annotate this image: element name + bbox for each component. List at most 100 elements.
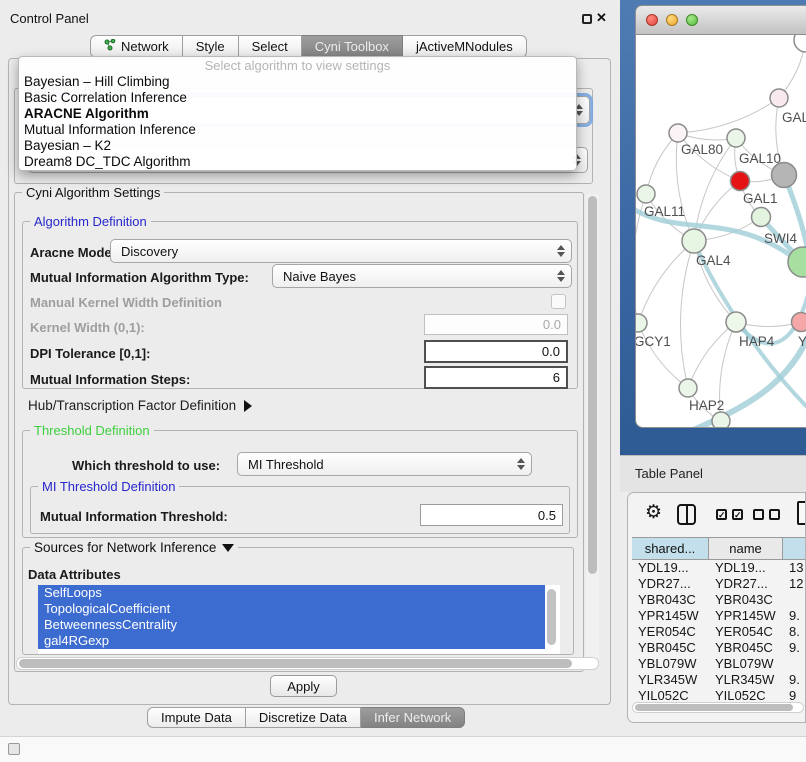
hub-tf-expander[interactable]: Hub/Transcription Factor Definition: [28, 398, 252, 413]
table-cell[interactable]: 9.: [783, 672, 806, 688]
mi-type-combo[interactable]: Naive Bayes: [272, 264, 572, 288]
table-row[interactable]: YPR145WYPR145W9.: [632, 608, 806, 624]
table-cell[interactable]: 12: [783, 576, 806, 592]
table-cell[interactable]: [783, 592, 806, 608]
window-minimize-light[interactable]: [666, 14, 678, 26]
table-cell[interactable]: 8.: [783, 624, 806, 640]
popup-item-bayesian-hill-climbing[interactable]: Bayesian – Hill Climbing: [19, 74, 576, 90]
network-view-canvas[interactable]: GALGAL80GAL10GAL1SWI4GAL11GAL4GCY1HAP4YH…: [635, 35, 806, 428]
select-all-columns-icon[interactable]: ✓✓: [716, 509, 743, 520]
network-node-ntr[interactable]: [794, 35, 806, 52]
tab-discretize-data[interactable]: Discretize Data: [246, 707, 361, 728]
table-column-header[interactable]: shared...: [632, 537, 709, 560]
table-row[interactable]: YLR345WYLR345W9.: [632, 672, 806, 688]
network-node-gal4[interactable]: [682, 229, 706, 253]
attribute-item-selfloops[interactable]: SelfLoops: [38, 585, 545, 601]
window-close-light[interactable]: [646, 14, 658, 26]
tab-infer-network[interactable]: Infer Network: [361, 707, 465, 728]
table-cell[interactable]: YBL079W: [632, 656, 709, 672]
attribute-item-topologicalcoefficient[interactable]: TopologicalCoefficient: [38, 601, 545, 617]
table-cell[interactable]: YLR345W: [632, 672, 709, 688]
table-hscrollbar-thumb[interactable]: [635, 704, 793, 711]
network-window-titlebar[interactable]: [635, 5, 806, 35]
popup-item-bayesian-k2[interactable]: Bayesian – K2: [19, 138, 576, 154]
table-hscrollbar-track[interactable]: [632, 702, 804, 713]
popup-item-aracne[interactable]: ARACNE Algorithm: [19, 106, 576, 122]
table-row[interactable]: YBL079WYBL079W: [632, 656, 806, 672]
manual-kernel-checkbox[interactable]: [551, 294, 566, 309]
mi-steps-field[interactable]: 6: [424, 366, 568, 389]
table-cell[interactable]: 9.: [783, 608, 806, 624]
table-cell[interactable]: YLR345W: [709, 672, 783, 688]
taskbar-mini-icon[interactable]: [8, 743, 20, 755]
tab-select[interactable]: Select: [239, 35, 302, 58]
kernel-width-label: Kernel Width (0,1):: [30, 320, 145, 335]
tab-cyni-toolbox[interactable]: Cyni Toolbox: [302, 35, 403, 58]
network-node-nb[interactable]: [712, 412, 730, 428]
aracne-mode-label: Aracne Mode:: [30, 245, 116, 260]
table-cell[interactable]: YPR145W: [709, 608, 783, 624]
table-cell[interactable]: YBR045C: [632, 640, 709, 656]
table-cell[interactable]: YDL19...: [709, 560, 783, 576]
table-cell[interactable]: YBR043C: [632, 592, 709, 608]
table-row[interactable]: YDR27...YDR27...12: [632, 576, 806, 592]
table-cell[interactable]: YDL19...: [632, 560, 709, 576]
table-cell[interactable]: YDR27...: [709, 576, 783, 592]
table-cell[interactable]: YBR043C: [709, 592, 783, 608]
column-browser-icon[interactable]: [677, 504, 696, 525]
float-window-icon[interactable]: [582, 14, 592, 24]
table-cell[interactable]: YER054C: [709, 624, 783, 640]
table-cell[interactable]: 13: [783, 560, 806, 576]
tab-jactivemnodules[interactable]: jActiveMNodules: [403, 35, 527, 58]
dpi-tolerance-field[interactable]: 0.0: [424, 340, 568, 363]
network-node-gal10[interactable]: [727, 129, 745, 147]
tab-style[interactable]: Style: [183, 35, 239, 58]
network-node-pinktop[interactable]: [770, 89, 788, 107]
table-cell[interactable]: 9.: [783, 640, 806, 656]
table-cell[interactable]: YBL079W: [709, 656, 783, 672]
gear-icon[interactable]: ⚙: [645, 501, 662, 524]
table-cell[interactable]: YPR145W: [632, 608, 709, 624]
network-node-gcy1[interactable]: [636, 314, 647, 332]
tab-network[interactable]: Network: [90, 35, 183, 58]
kernel-width-field[interactable]: 0.0: [424, 314, 568, 335]
network-node-gal11[interactable]: [637, 185, 655, 203]
network-node-gal1[interactable]: [731, 172, 750, 191]
settings-hscrollbar-thumb[interactable]: [19, 659, 572, 668]
deselect-all-columns-icon[interactable]: [753, 509, 780, 520]
table-cell[interactable]: YBR045C: [709, 640, 783, 656]
popup-item-basic-correlation[interactable]: Basic Correlation Inference: [19, 90, 576, 106]
popup-item-mutual-information[interactable]: Mutual Information Inference: [19, 122, 576, 138]
settings-vscrollbar-thumb[interactable]: [588, 196, 597, 574]
table-column-header[interactable]: name: [709, 537, 783, 560]
settings-hscrollbar-track[interactable]: [16, 657, 599, 670]
network-node-pinky[interactable]: [792, 313, 806, 332]
mi-threshold-field[interactable]: 0.5: [420, 504, 563, 526]
threshold-definition-title: Threshold Definition: [30, 423, 154, 438]
network-node-swi4[interactable]: [752, 208, 771, 227]
tab-impute-data[interactable]: Impute Data: [147, 707, 246, 728]
network-node-gray1[interactable]: [772, 163, 797, 188]
table-cell[interactable]: YER054C: [632, 624, 709, 640]
table-column-header[interactable]: A: [783, 537, 806, 560]
popup-item-dream8[interactable]: Dream8 DC_TDC Algorithm: [19, 154, 576, 170]
network-node-gal80[interactable]: [669, 124, 687, 142]
which-threshold-combo[interactable]: MI Threshold: [237, 452, 532, 476]
close-icon[interactable]: ✕: [596, 10, 607, 26]
network-node-hap2[interactable]: [679, 379, 697, 397]
window-maximize-light[interactable]: [686, 14, 698, 26]
table-cell[interactable]: [783, 656, 806, 672]
sources-group-title[interactable]: Sources for Network Inference: [30, 540, 238, 555]
attribute-item-betweennesscentrality[interactable]: BetweennessCentrality: [38, 617, 545, 633]
table-row[interactable]: YDL19...YDL19...13: [632, 560, 806, 576]
table-row[interactable]: YBR043CYBR043C: [632, 592, 806, 608]
new-table-icon[interactable]: [797, 501, 806, 525]
attributes-scrollbar[interactable]: [547, 589, 556, 645]
table-row[interactable]: YBR045CYBR045C9.: [632, 640, 806, 656]
attribute-item-gal4rgexp[interactable]: gal4RGexp: [38, 633, 545, 649]
network-node-hap4[interactable]: [726, 312, 746, 332]
table-row[interactable]: YER054CYER054C8.: [632, 624, 806, 640]
apply-button[interactable]: Apply: [270, 675, 337, 697]
table-cell[interactable]: YDR27...: [632, 576, 709, 592]
aracne-mode-combo[interactable]: Discovery: [110, 239, 572, 263]
